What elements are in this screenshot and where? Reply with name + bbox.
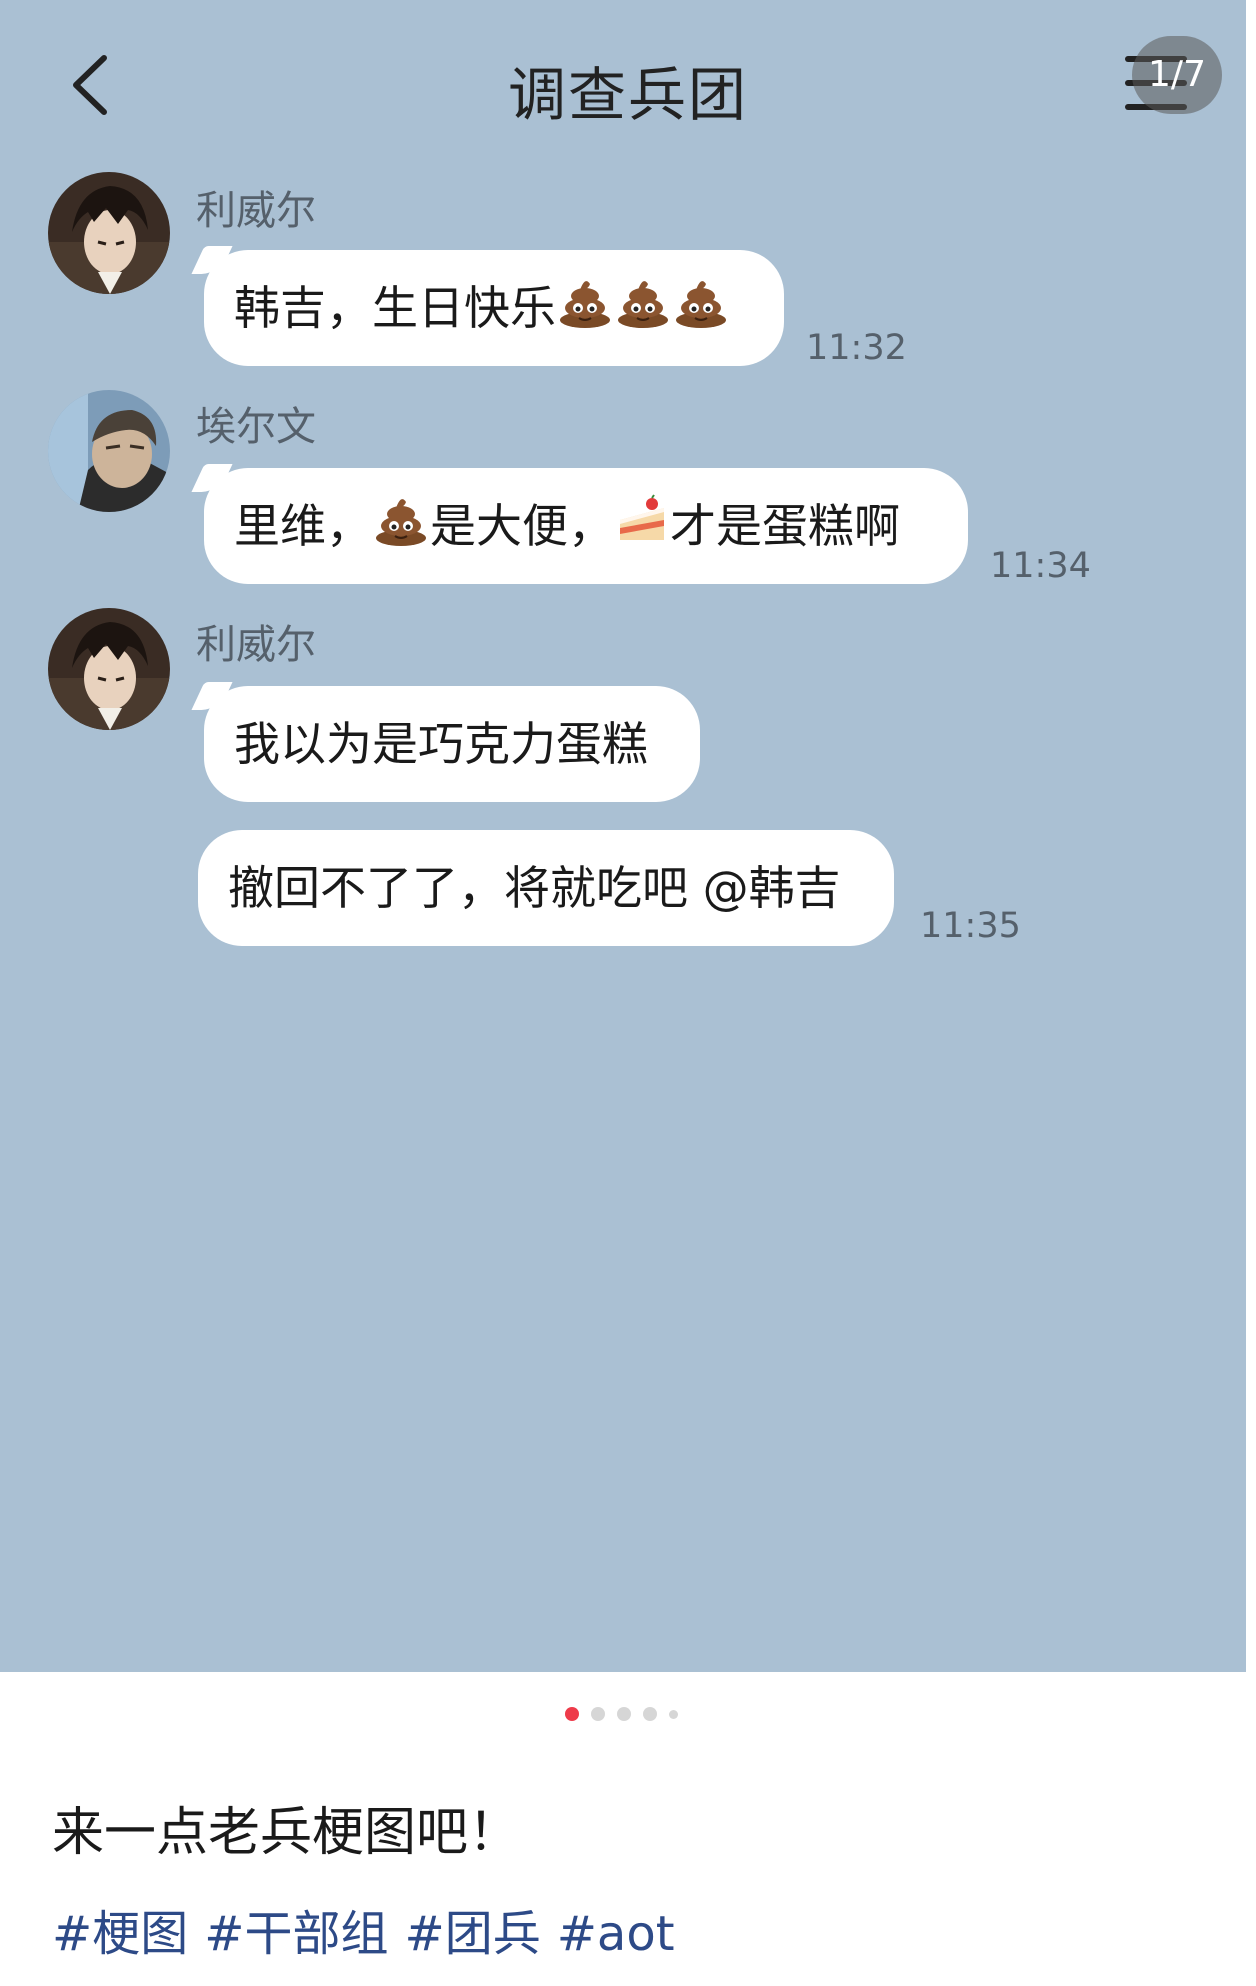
poop-emoji-icon [558,254,612,370]
carousel-dot [643,1707,657,1721]
message-bubble[interactable]: 我以为是巧克力蛋糕 [204,686,700,802]
message-bubble[interactable]: 里维， 是大便， 才是蛋糕啊 [204,468,968,584]
hashtag-link[interactable]: #干部组 [204,1906,388,1962]
image-edge [1246,0,1256,1672]
chat-title: 调查兵团 [507,61,748,129]
poop-emoji-icon [374,472,428,588]
message-text: 里维， [234,499,372,553]
message-text: 才是蛋糕啊 [670,499,900,553]
message-bubble[interactable]: 撤回不了了，将就吃吧 @韩吉 [198,830,894,946]
cake-emoji-icon [616,472,668,588]
image-page-counter: 1/7 [1132,36,1222,114]
message-time: 11:34 [990,546,1091,586]
post-title: 来一点老兵梗图吧！ [52,1803,521,1863]
message-time: 11:35 [920,906,1021,946]
message-text: 是大便， [430,499,614,553]
carousel-dot [591,1707,605,1721]
hashtag-link[interactable]: #aot [557,1906,675,1962]
poop-emoji-icon [674,254,728,370]
message-time: 11:32 [806,328,907,368]
hashtag-link[interactable]: #梗图 [52,1906,188,1962]
carousel-dot [617,1707,631,1721]
tag-list: #梗图 #干部组 #团兵 #aot [52,1894,691,1964]
sender-name: 埃尔文 [196,404,316,450]
avatar-levi[interactable] [48,608,170,730]
message-text: 我以为是巧克力蛋糕 [234,717,648,771]
message-text: 撤回不了了，将就吃吧 @韩吉 [228,861,841,915]
poop-emoji-icon [616,254,670,370]
hashtag-link[interactable]: #团兵 [404,1906,540,1962]
avatar-erwin[interactable] [48,390,170,512]
message-bubble[interactable]: 韩吉，生日快乐 [204,250,784,366]
sender-name: 利威尔 [196,622,316,668]
avatar-levi[interactable] [48,172,170,294]
message-text: 韩吉，生日快乐 [234,281,556,335]
chat-screenshot[interactable]: 调查兵团 1/7 利威尔 韩吉，生日快乐 11:32 埃尔文 里维， 是大便， … [0,0,1256,1672]
sender-name: 利威尔 [196,188,316,234]
post-page: 调查兵团 1/7 利威尔 韩吉，生日快乐 11:32 埃尔文 里维， 是大便， … [0,0,1256,1986]
carousel-dot [669,1710,678,1719]
carousel-dot-active [565,1707,579,1721]
